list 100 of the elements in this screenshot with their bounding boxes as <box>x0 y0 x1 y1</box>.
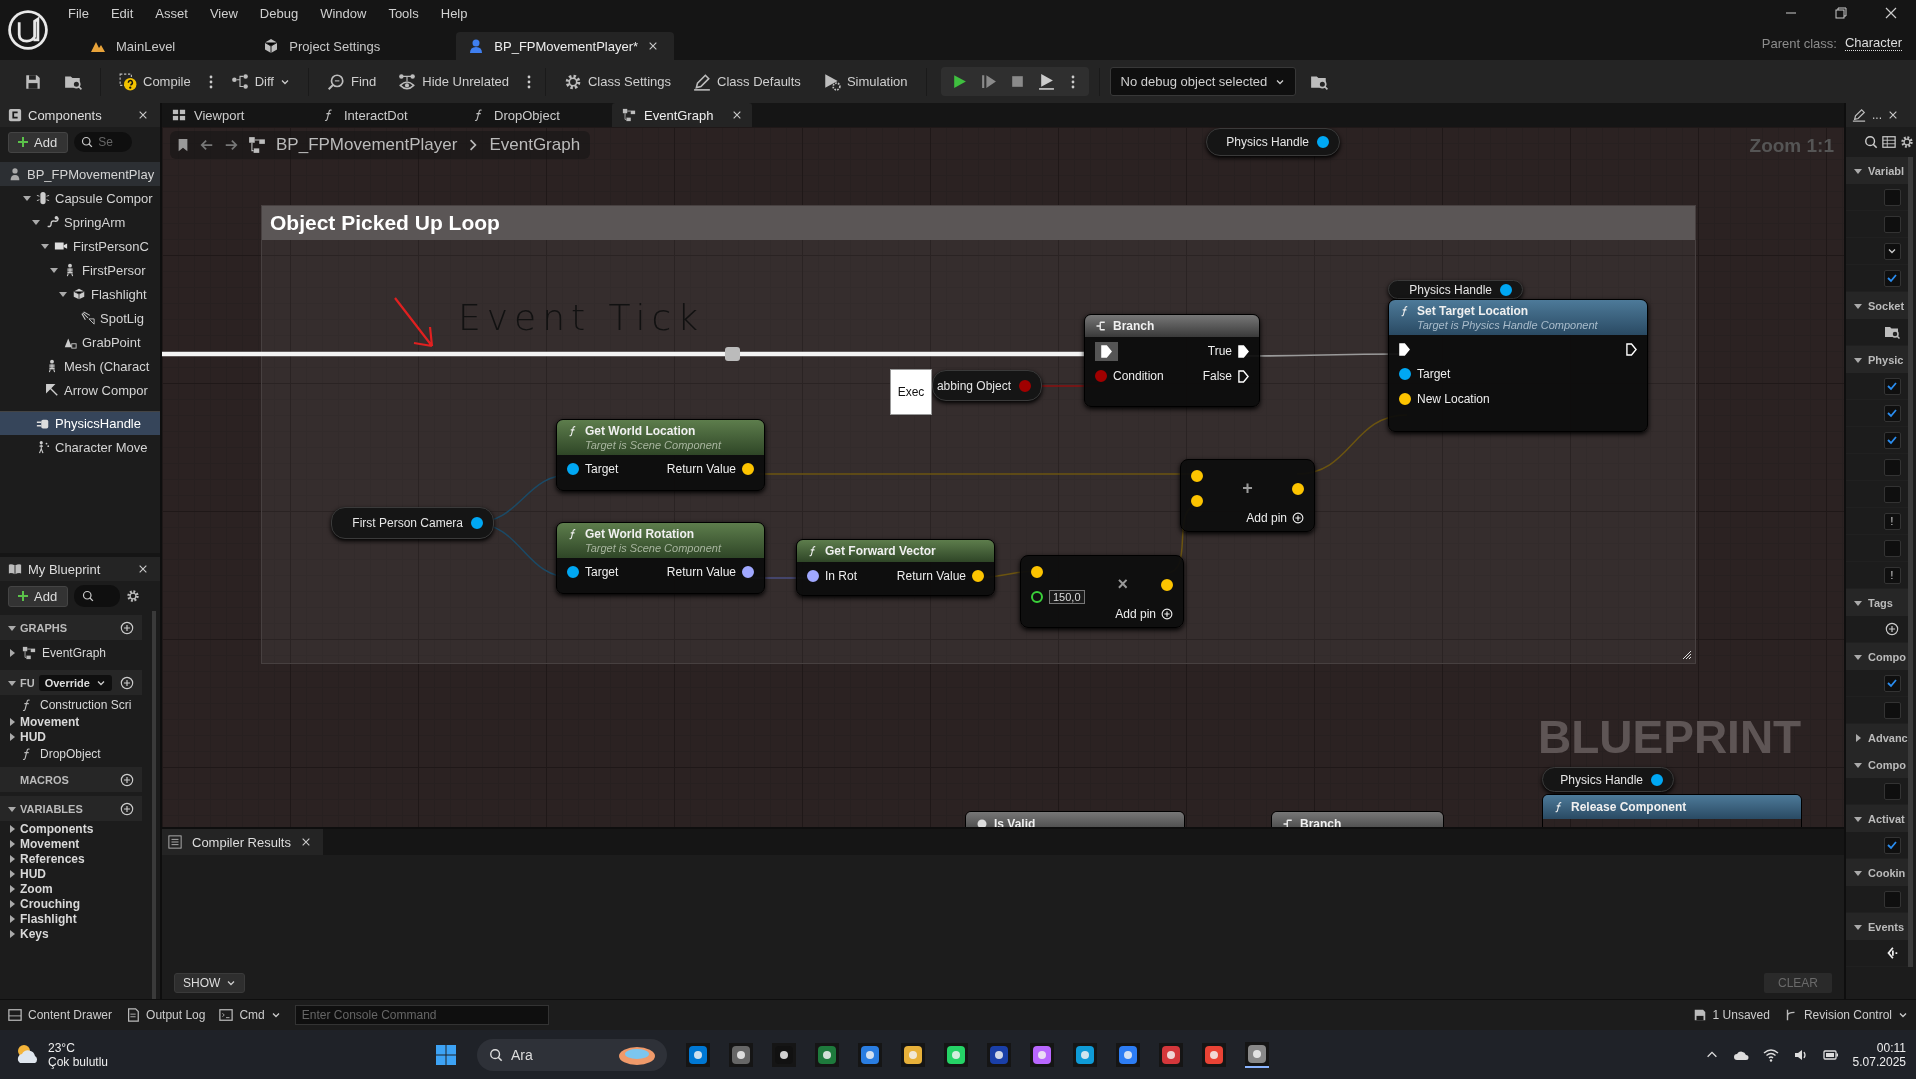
expand-arrow-icon[interactable] <box>1854 166 1862 175</box>
app-icon[interactable] <box>686 1042 710 1067</box>
expand-arrow-icon[interactable] <box>1854 733 1862 742</box>
toolbar-button[interactable]: Simulation <box>814 68 916 95</box>
checkbox[interactable] <box>1883 431 1901 449</box>
checkbox[interactable] <box>1883 188 1901 206</box>
breadcrumb-item[interactable]: EventGraph <box>489 135 581 155</box>
category-header[interactable]: Socket <box>1846 292 1908 319</box>
variable-node[interactable]: First Person Camera <box>331 507 494 539</box>
value-field[interactable] <box>1883 701 1901 719</box>
data-pin[interactable] <box>567 463 579 475</box>
checkbox[interactable] <box>1883 215 1901 233</box>
data-pin[interactable] <box>567 566 579 578</box>
reroute-node[interactable] <box>725 347 740 361</box>
tree-item[interactable]: GrabPoint <box>0 330 160 354</box>
add-icon[interactable] <box>120 801 134 816</box>
value-field[interactable] <box>1883 485 1901 503</box>
exec-pin[interactable] <box>1626 342 1637 356</box>
tree-item[interactable]: PhysicsHandle <box>0 411 160 435</box>
folder-search-icon[interactable] <box>1884 324 1900 340</box>
close-icon[interactable] <box>138 564 148 574</box>
save-icon[interactable] <box>24 72 42 91</box>
tree-item[interactable]: FirstPersor <box>0 258 160 282</box>
exec-pin[interactable] <box>1238 344 1249 358</box>
expand-arrow-icon[interactable] <box>8 929 16 938</box>
table-icon[interactable] <box>1882 135 1896 149</box>
editor-tab[interactable]: DropObject <box>462 103 592 127</box>
function-node[interactable]: Set Target Location Target is Physics Handle Component Target New Location <box>1388 299 1648 432</box>
expand-arrow-icon[interactable] <box>32 218 40 226</box>
expand-arrow-icon[interactable] <box>8 732 16 741</box>
exec-pin[interactable] <box>1399 342 1410 356</box>
list-item[interactable]: Movement <box>0 714 142 729</box>
app-icon[interactable] <box>944 1042 968 1067</box>
expand-arrow-icon[interactable] <box>8 854 16 863</box>
search-icon[interactable] <box>1864 135 1878 149</box>
content-drawer-button[interactable]: Content Drawer <box>8 1008 113 1022</box>
expand-arrow-icon[interactable] <box>8 804 16 813</box>
filter-dropdown[interactable]: Override <box>38 674 112 691</box>
tree-item[interactable]: Mesh (Charact <box>0 354 160 378</box>
variable-node[interactable]: Physics Handle <box>1542 767 1674 792</box>
search-field[interactable] <box>74 585 121 607</box>
expand-arrow-icon[interactable] <box>8 824 16 833</box>
expand-arrow-icon[interactable] <box>1854 355 1862 364</box>
expand-arrow-icon[interactable] <box>8 839 16 848</box>
function-node[interactable]: Get Forward Vector In Rot Return Value <box>796 539 995 596</box>
expand-arrow-icon[interactable] <box>1854 598 1862 607</box>
toolbar-button[interactable]: Hide Unrelated <box>390 68 517 95</box>
app-icon[interactable] <box>815 1042 839 1067</box>
breadcrumb-item[interactable]: BP_FPMovementPlayer <box>276 135 458 155</box>
add-icon[interactable] <box>120 675 134 690</box>
resize-handle-icon[interactable] <box>1682 650 1692 660</box>
expand-arrow-icon[interactable] <box>41 242 49 250</box>
add-icon[interactable] <box>1885 622 1899 636</box>
toolbar-button[interactable]: Find <box>318 68 385 95</box>
value-field[interactable]: ! <box>1883 512 1901 530</box>
expand-arrow-icon[interactable] <box>8 869 16 878</box>
close-icon[interactable] <box>648 41 659 51</box>
tree-item[interactable]: SpotLig <box>0 306 160 330</box>
variable-node[interactable]: Physics Handle <box>1388 280 1523 299</box>
menu-item[interactable]: Window <box>309 5 378 21</box>
expand-arrow-icon[interactable] <box>8 623 16 632</box>
data-pin[interactable] <box>807 570 819 582</box>
section-header[interactable]: GRAPHS <box>0 615 142 640</box>
exec-pin[interactable] <box>1238 369 1249 383</box>
list-item[interactable]: Zoom <box>0 881 142 896</box>
toolbar-button[interactable]: Class Defaults <box>685 68 809 95</box>
restore-icon[interactable] <box>1835 7 1847 19</box>
value-field[interactable] <box>1883 458 1901 476</box>
editor-tab[interactable]: Viewport <box>162 103 302 127</box>
data-pin[interactable] <box>1399 368 1411 380</box>
value-field[interactable]: ! <box>1883 566 1901 584</box>
dropdown[interactable] <box>1883 242 1901 260</box>
search-field[interactable]: Se <box>74 132 133 152</box>
tree-item[interactable]: Character Move <box>0 435 160 459</box>
data-pin[interactable] <box>742 566 754 578</box>
expand-arrow-icon[interactable] <box>8 649 16 657</box>
expand-arrow-icon[interactable] <box>1854 868 1862 877</box>
wifi-icon[interactable] <box>1762 1046 1779 1063</box>
checkbox[interactable] <box>1883 890 1901 908</box>
tree-item[interactable]: Flashlight <box>0 282 160 306</box>
category-header[interactable]: Cookin <box>1846 859 1908 886</box>
list-item[interactable]: HUD <box>0 729 142 744</box>
more-icon[interactable] <box>526 73 531 90</box>
app-icon[interactable] <box>858 1042 882 1067</box>
add-pin-button[interactable]: Add pin <box>1031 607 1173 621</box>
variable-node[interactable]: abbing Object <box>932 370 1042 401</box>
app-icon[interactable] <box>987 1042 1011 1067</box>
console-input[interactable]: Enter Console Command <box>294 1005 549 1025</box>
data-pin[interactable] <box>1651 773 1663 786</box>
step-icon[interactable] <box>979 73 997 90</box>
app-icon[interactable] <box>1073 1042 1097 1067</box>
clock-time[interactable]: 00:11 <box>1876 1040 1906 1055</box>
expand-arrow-icon[interactable] <box>8 914 16 923</box>
checkbox[interactable] <box>1883 782 1901 800</box>
app-icon[interactable] <box>1030 1042 1054 1067</box>
category-header[interactable]: Activat <box>1846 805 1908 832</box>
checkbox[interactable] <box>1883 377 1901 395</box>
exec-pin[interactable] <box>1095 341 1118 361</box>
tree-item[interactable]: SpringArm <box>0 210 160 234</box>
add-button[interactable]: Add <box>8 585 69 607</box>
